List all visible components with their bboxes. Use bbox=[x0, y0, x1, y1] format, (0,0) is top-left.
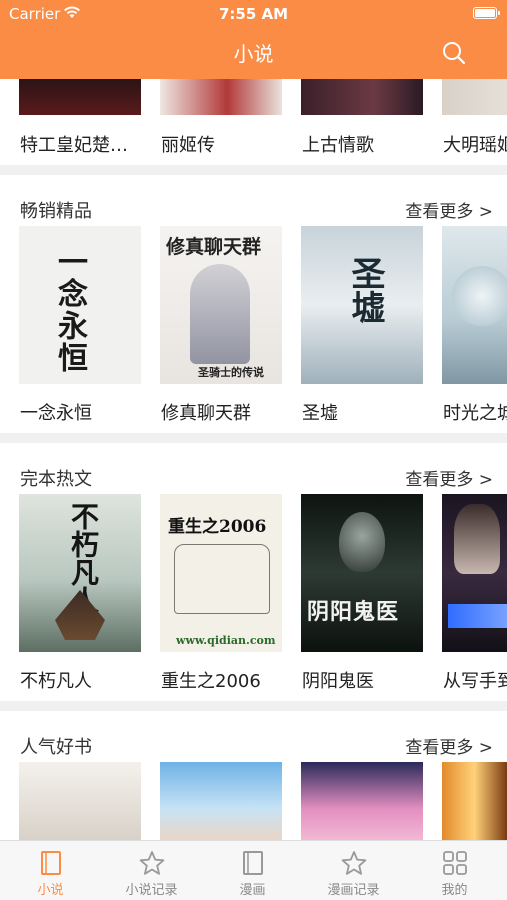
section-title: 完本热文 bbox=[20, 469, 92, 490]
tab-label: 我的 bbox=[441, 883, 468, 898]
book-title[interactable]: 阴阳鬼医 bbox=[302, 667, 374, 693]
book-cover[interactable] bbox=[160, 762, 282, 840]
book-cover[interactable]: 阴阳鬼医 bbox=[301, 494, 423, 652]
tab-novel-history[interactable]: 小说记录 bbox=[101, 841, 202, 900]
section-divider bbox=[0, 433, 507, 443]
section-completed: 完本热文 查看更多 > 不朽凡人 重生之2006 www.qidian.com … bbox=[0, 443, 507, 701]
book-title[interactable]: 圣墟 bbox=[302, 399, 338, 425]
book-cover[interactable]: 修真聊天群 圣骑士的传说 bbox=[160, 226, 282, 384]
section-bestsellers: 畅销精品 查看更多 > 一念永恒 修真聊天群 圣骑士的传说 圣墟 一念永恒 修真… bbox=[0, 175, 507, 425]
battery-icon bbox=[473, 7, 500, 19]
cover-title: 圣墟 bbox=[345, 256, 385, 324]
tab-label: 漫画 bbox=[239, 883, 266, 898]
tab-comic[interactable]: 漫画 bbox=[202, 841, 303, 900]
cover-title: 一念永恒 bbox=[52, 246, 87, 374]
book-cover[interactable] bbox=[19, 79, 141, 115]
book-cover[interactable] bbox=[301, 79, 423, 115]
tab-comic-history[interactable]: 漫画记录 bbox=[303, 841, 404, 900]
book-cover[interactable] bbox=[442, 79, 507, 115]
nav-header: Carrier 7:55 AM 小说 bbox=[0, 0, 507, 79]
tab-novel[interactable]: 小说 bbox=[0, 841, 101, 900]
book-cover[interactable] bbox=[19, 762, 141, 840]
grid-icon bbox=[443, 851, 467, 875]
section-title: 畅销精品 bbox=[20, 201, 92, 222]
tab-label: 小说 bbox=[37, 883, 64, 898]
book-cover[interactable] bbox=[160, 79, 282, 115]
cover-title: 阴阳鬼医 bbox=[307, 599, 400, 625]
tab-mine[interactable]: 我的 bbox=[404, 841, 505, 900]
clock: 7:55 AM bbox=[218, 5, 289, 23]
star-icon bbox=[139, 851, 165, 875]
book-cover[interactable] bbox=[301, 762, 423, 840]
star-icon bbox=[341, 851, 367, 875]
section-divider bbox=[0, 165, 507, 175]
section-popular: 人气好书 查看更多 > bbox=[0, 711, 507, 840]
book-title[interactable]: 修真聊天群 bbox=[161, 399, 251, 425]
view-more-link[interactable]: 查看更多 > bbox=[405, 197, 493, 222]
tab-label: 小说记录 bbox=[125, 883, 178, 898]
book-title[interactable]: 重生之2006 bbox=[161, 667, 261, 693]
page-title: 小说 bbox=[233, 42, 274, 66]
book-cover[interactable] bbox=[442, 226, 507, 384]
book-title[interactable]: 丽姬传 bbox=[161, 131, 215, 157]
book-cover[interactable] bbox=[442, 494, 507, 652]
content-scroll[interactable]: 特工皇妃楚… 丽姬传 上古情歌 大明瑶姬 畅销精品 查看更多 > 一念永恒 修真… bbox=[0, 79, 507, 840]
book-icon bbox=[243, 851, 263, 875]
section-title: 人气好书 bbox=[20, 737, 92, 758]
book-icon bbox=[41, 851, 61, 875]
tab-bar: 小说 小说记录 漫画 漫画记录 我的 bbox=[0, 840, 507, 900]
book-cover[interactable] bbox=[442, 762, 507, 840]
book-cover[interactable]: 一念永恒 bbox=[19, 226, 141, 384]
view-more-link[interactable]: 查看更多 > bbox=[405, 733, 493, 758]
search-icon[interactable] bbox=[441, 40, 467, 66]
view-more-link[interactable]: 查看更多 > bbox=[405, 465, 493, 490]
book-title[interactable]: 特工皇妃楚… bbox=[20, 131, 128, 157]
section-divider bbox=[0, 701, 507, 711]
cover-subtitle: www.qidian.com bbox=[176, 634, 276, 647]
book-title[interactable]: 时光之城 bbox=[443, 399, 507, 425]
cover-subtitle: 圣骑士的传说 bbox=[198, 366, 264, 379]
tab-label: 漫画记录 bbox=[327, 883, 380, 898]
book-title[interactable]: 一念永恒 bbox=[20, 399, 92, 425]
book-title[interactable]: 上古情歌 bbox=[302, 131, 374, 157]
book-title[interactable]: 从写手到 bbox=[443, 667, 507, 693]
cover-title: 修真聊天群 bbox=[166, 236, 262, 258]
book-cover[interactable]: 圣墟 bbox=[301, 226, 423, 384]
book-title[interactable]: 大明瑶姬 bbox=[443, 131, 507, 157]
book-cover[interactable]: 不朽凡人 bbox=[19, 494, 141, 652]
book-title[interactable]: 不朽凡人 bbox=[20, 667, 92, 693]
status-bar: Carrier 7:55 AM bbox=[0, 0, 507, 28]
book-cover[interactable]: 重生之2006 www.qidian.com bbox=[160, 494, 282, 652]
cover-title: 重生之2006 bbox=[168, 517, 267, 537]
